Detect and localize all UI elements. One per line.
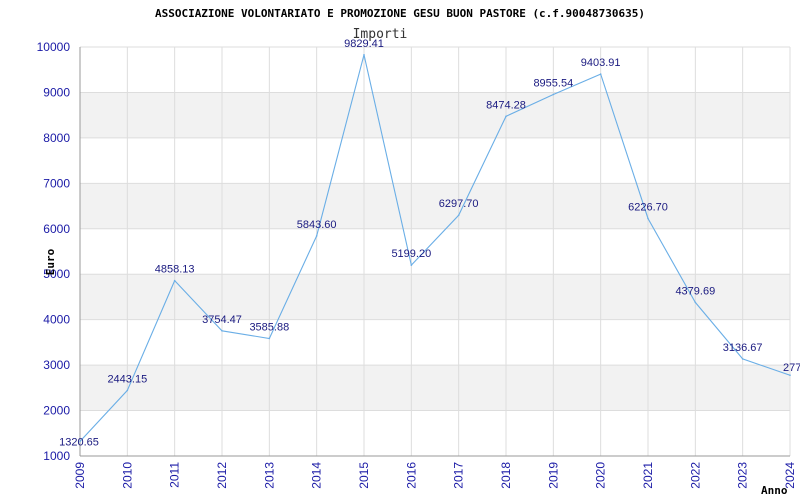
x-tick-label: 2015 — [357, 462, 371, 489]
data-point — [505, 115, 507, 118]
x-tick-label: 2020 — [594, 462, 608, 489]
y-tick-label: 6000 — [43, 222, 70, 236]
x-tick-label: 2011 — [168, 462, 182, 488]
y-tick-label: 4000 — [43, 313, 70, 327]
data-point — [363, 53, 365, 56]
x-tick-label: 2016 — [404, 462, 418, 489]
x-tick-label: 2022 — [688, 462, 702, 489]
data-point — [741, 358, 744, 360]
data-label: 4858.13 — [155, 264, 195, 276]
data-label: 6226.70 — [628, 201, 668, 213]
data-label: 3754.47 — [202, 314, 242, 326]
grid-band — [80, 183, 790, 229]
data-label: 5199.20 — [391, 248, 431, 260]
x-tick-label: 2023 — [736, 462, 750, 489]
y-tick-label: 2000 — [43, 404, 70, 418]
data-point — [126, 389, 129, 392]
data-label: 2443.15 — [107, 373, 147, 385]
data-label: 2777.7 — [783, 362, 800, 374]
x-tick-label: 2021 — [641, 462, 655, 489]
data-label: 1320.65 — [59, 436, 99, 448]
data-point — [552, 93, 555, 96]
y-tick-label: 3000 — [43, 358, 70, 372]
y-tick-label: 1000 — [43, 449, 70, 463]
data-point — [789, 374, 791, 377]
chart: 1000 2000 3000 4000 5000 6000 7000 8000 9000 1000… — [0, 0, 800, 500]
x-tick-label: 2009 — [73, 462, 87, 489]
data-label: 3585.88 — [249, 321, 289, 333]
data-point — [315, 235, 318, 237]
data-label: 3136.67 — [723, 342, 763, 354]
data-point — [457, 214, 460, 217]
chart-title: ASSOCIAZIONE VOLONTARIATO E PROMOZIONE G… — [155, 7, 645, 20]
data-point — [268, 337, 271, 340]
legend-series-name: Importi — [353, 27, 408, 42]
data-label: 9403.91 — [581, 57, 621, 69]
data-point — [599, 73, 602, 75]
x-tick-label: 2010 — [120, 462, 134, 489]
x-tick-labels: 2009 2010 2011 2012 2013 2014 2015 2016 2017 2018… — [73, 462, 797, 489]
x-tick-label: 2019 — [546, 462, 560, 489]
grid-band — [80, 92, 790, 138]
data-label: 4379.69 — [675, 285, 715, 297]
data-point — [221, 330, 223, 332]
data-point — [410, 264, 413, 266]
x-tick-label: 2014 — [310, 462, 324, 489]
x-tick-label: 2018 — [499, 462, 513, 489]
data-label: 5843.60 — [297, 219, 337, 231]
data-label: 8474.28 — [486, 99, 526, 111]
data-label: 8955.54 — [533, 77, 573, 89]
x-tick-label: 2012 — [215, 462, 229, 489]
data-label: 6297.70 — [439, 198, 479, 210]
data-point — [173, 279, 176, 282]
y-tick-label: 7000 — [43, 176, 70, 190]
data-point — [647, 217, 649, 220]
grid-band — [80, 365, 790, 411]
x-tick-label: 2013 — [262, 462, 276, 489]
y-tick-label: 8000 — [43, 131, 70, 145]
x-tick-label: 2017 — [452, 462, 466, 489]
line-chart: 1000200030004000500060007000800090001000… — [37, 7, 800, 497]
x-axis-label: Anno — [761, 484, 788, 497]
y-tick-label: 10000 — [37, 40, 71, 54]
y-tick-label: 9000 — [43, 85, 70, 99]
y-axis-label: Euro — [44, 248, 57, 275]
data-point — [694, 301, 697, 304]
background-bands — [80, 92, 790, 411]
